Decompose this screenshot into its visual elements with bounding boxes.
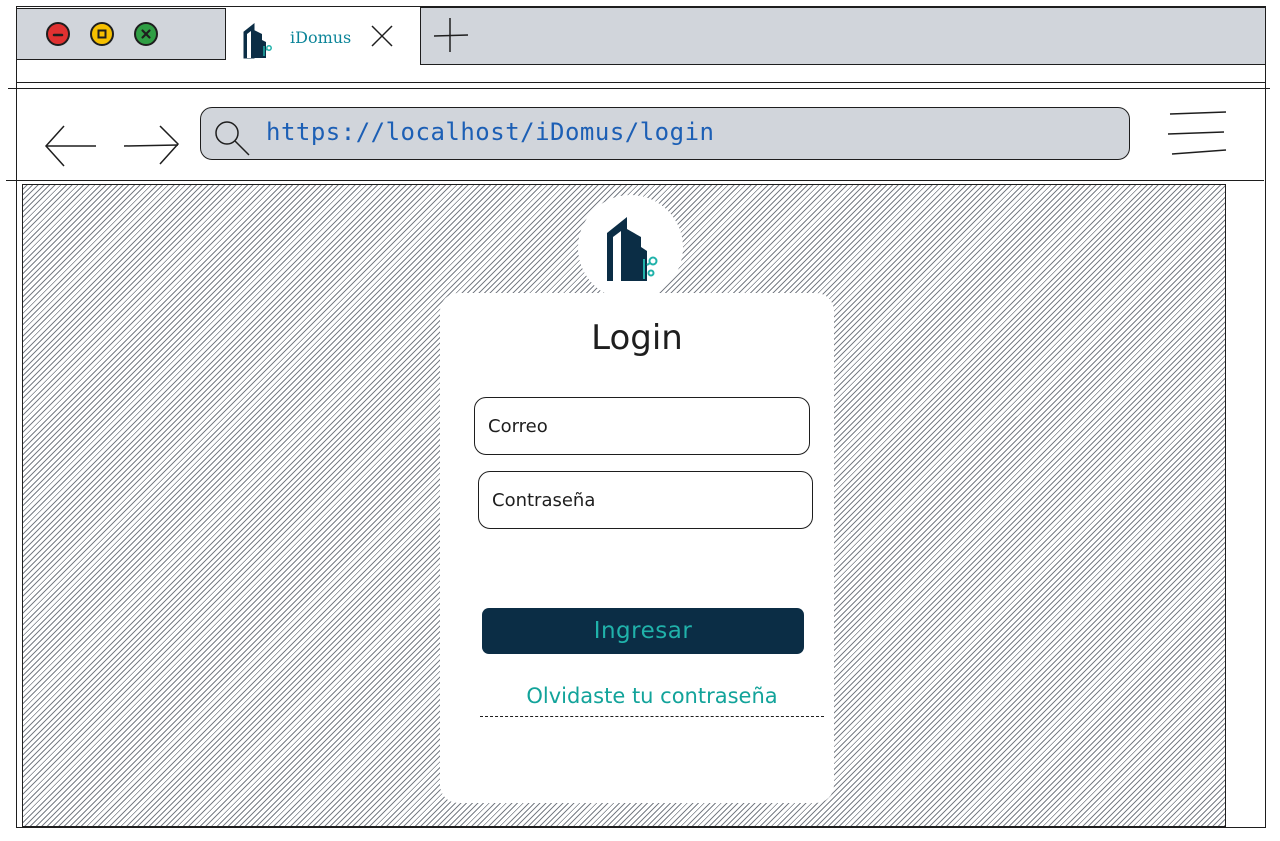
toolbar-bottom-line <box>6 180 1264 181</box>
email-field[interactable]: Correo <box>474 397 810 455</box>
forgot-password-link[interactable]: Olvidaste tu contraseña <box>480 684 824 708</box>
tab-title: iDomus <box>290 28 352 47</box>
building-logo-icon <box>240 20 274 64</box>
login-card <box>440 293 834 803</box>
tab-strip-right <box>420 7 1266 65</box>
url-text[interactable]: https://localhost/iDomus/login <box>266 118 714 146</box>
forgot-link-underline <box>480 716 824 717</box>
building-logo-icon <box>606 216 657 281</box>
x-icon <box>141 29 151 39</box>
hamburger-menu-icon[interactable] <box>1166 110 1230 162</box>
tabstrip-divider <box>16 82 1266 83</box>
fullscreen-window-button[interactable] <box>134 22 158 46</box>
square-icon <box>97 29 107 39</box>
logo-badge <box>578 195 683 300</box>
arrow-right-icon[interactable] <box>122 122 182 172</box>
email-placeholder: Correo <box>488 415 548 437</box>
password-field[interactable]: Contraseña <box>478 471 813 529</box>
login-submit-button[interactable]: Ingresar <box>482 608 804 654</box>
new-tab-plus-icon[interactable] <box>433 18 470 56</box>
toolbar-top-line <box>8 88 1270 89</box>
maximize-window-button[interactable] <box>90 22 114 46</box>
login-title: Login <box>591 318 683 358</box>
password-placeholder: Contraseña <box>492 489 596 511</box>
close-icon[interactable] <box>370 24 394 52</box>
search-icon <box>212 118 252 162</box>
arrow-left-icon[interactable] <box>42 122 98 174</box>
minus-icon <box>52 33 64 37</box>
close-window-button[interactable] <box>46 22 70 46</box>
